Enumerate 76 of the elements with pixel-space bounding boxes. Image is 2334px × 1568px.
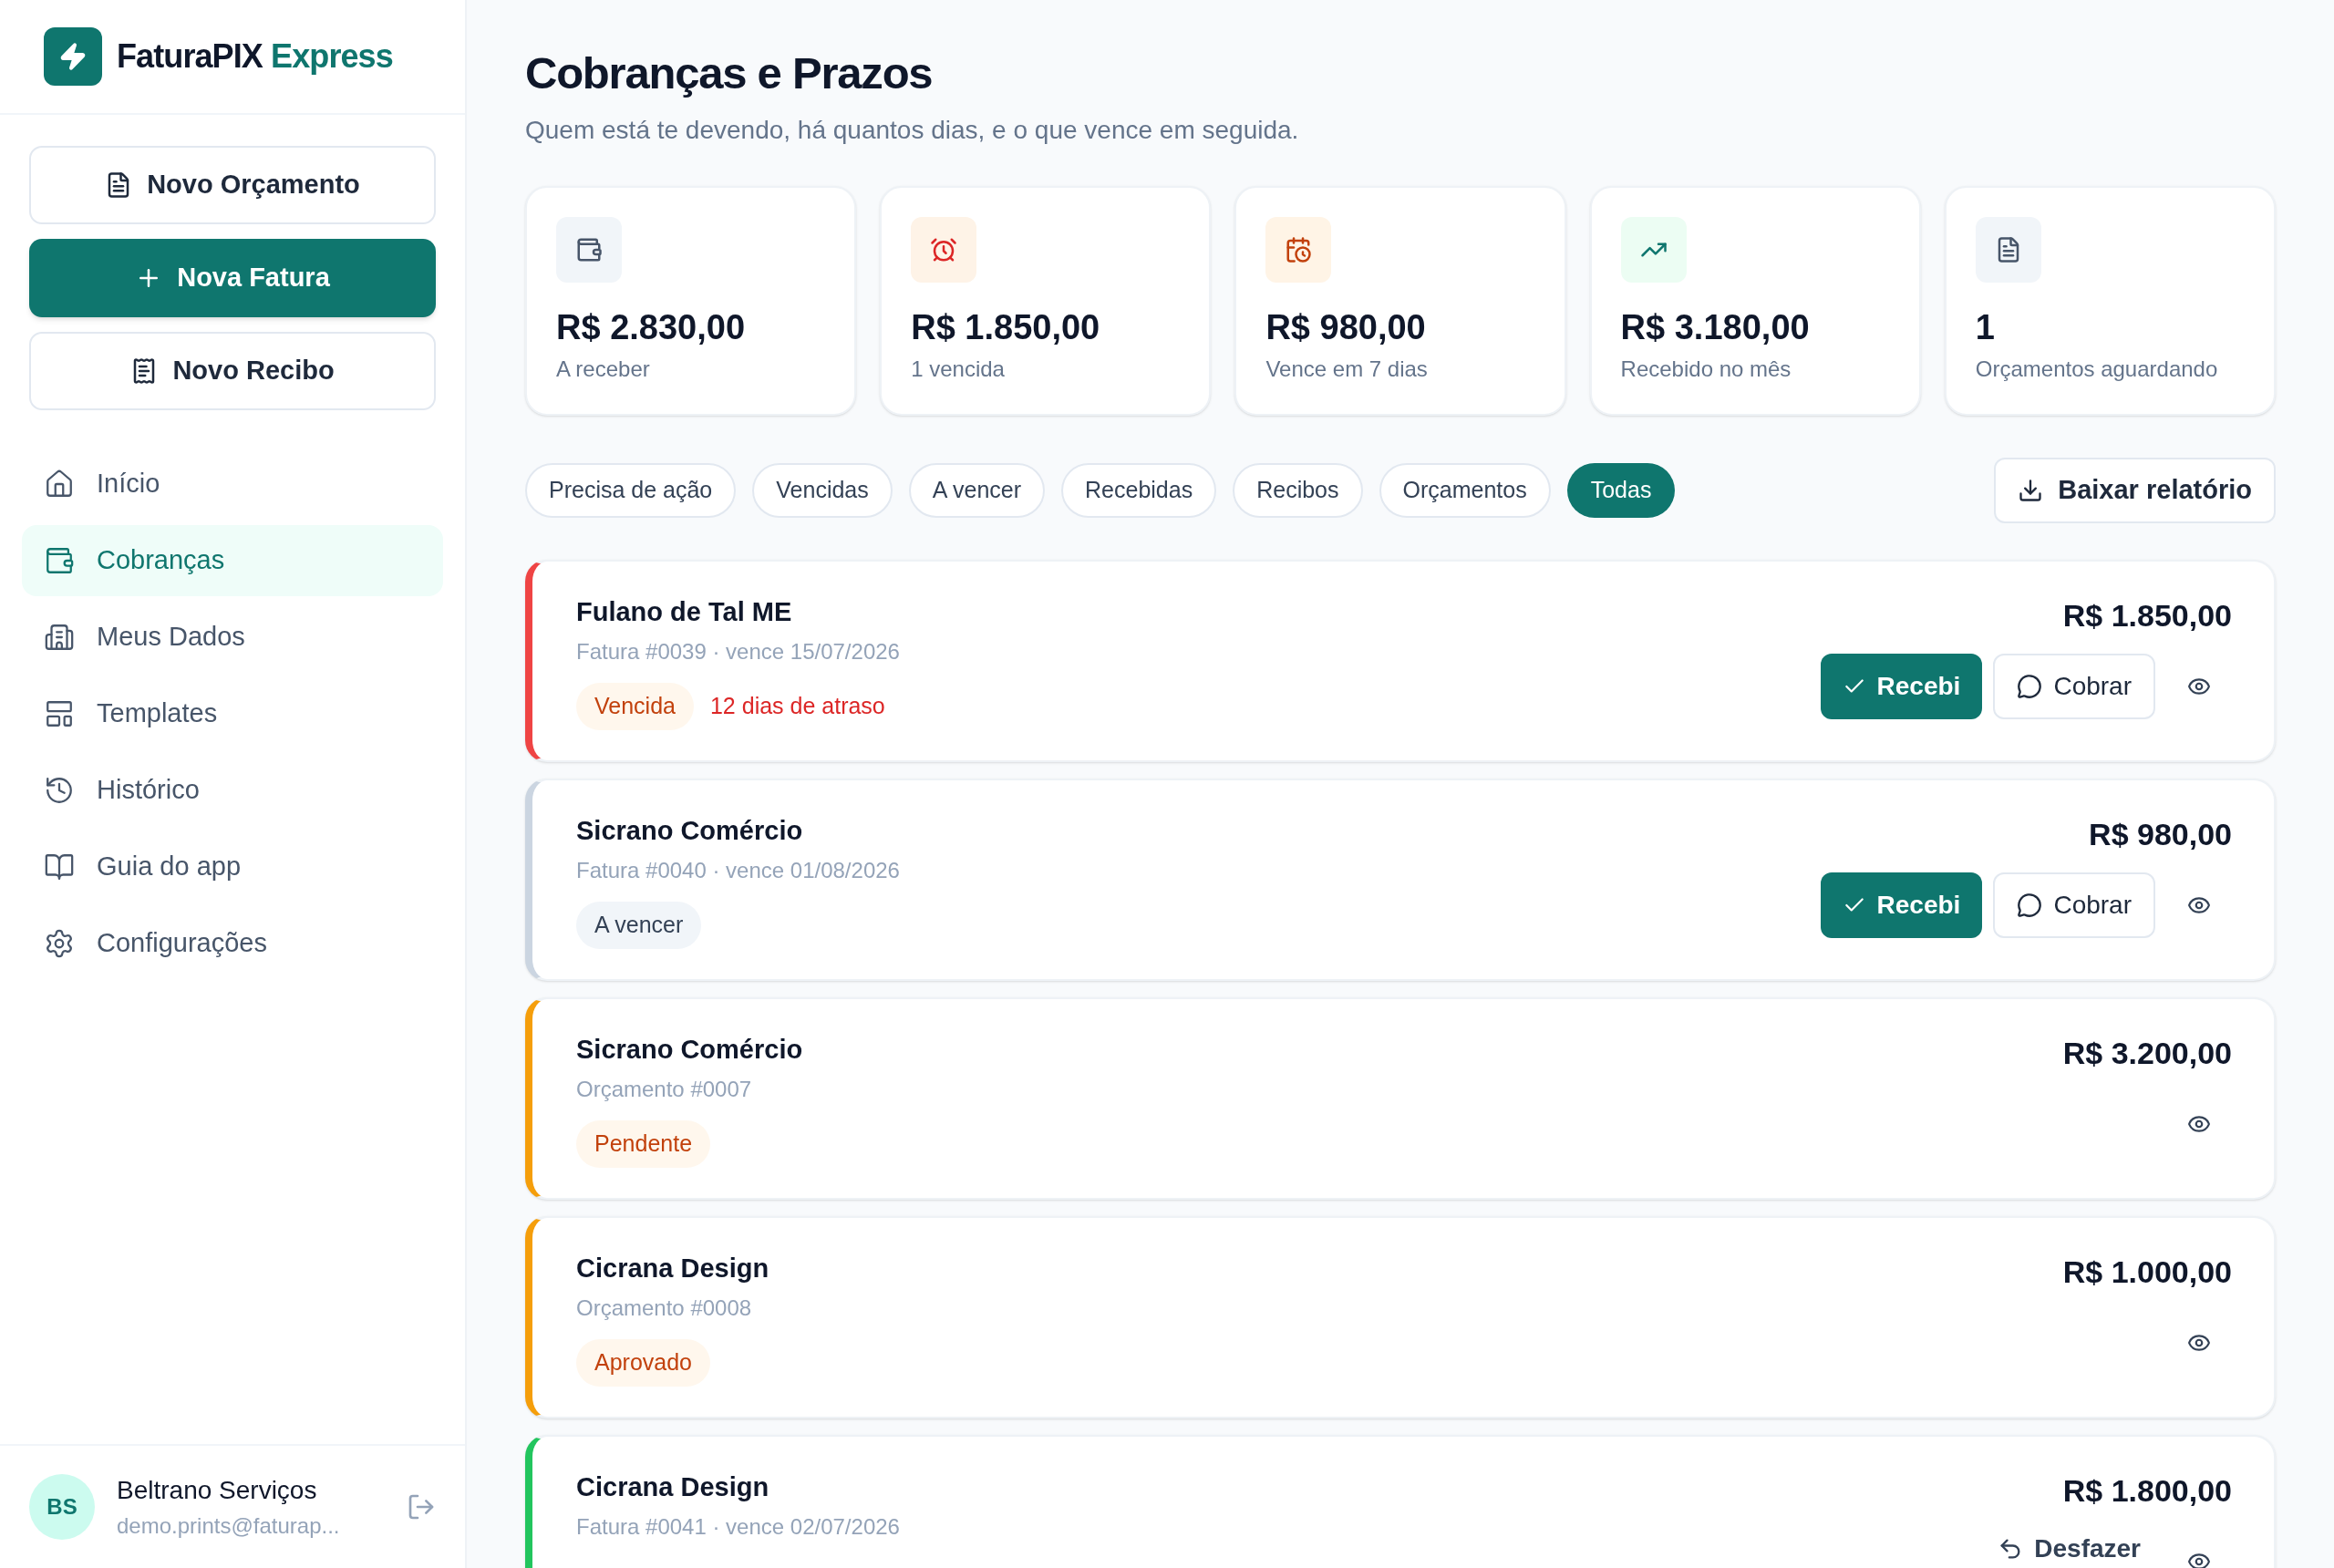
page-subtitle: Quem está te devendo, há quantos dias, e o que vence em seguida. [525, 114, 1300, 146]
amount: R$ 1.850,00 [2062, 596, 2232, 634]
nav-item[interactable]: Cobranças [22, 525, 443, 596]
logout-icon[interactable] [407, 1492, 436, 1522]
logo-icon [44, 27, 102, 86]
status-badge: Pendente [576, 1120, 711, 1168]
amount: R$ 980,00 [2089, 815, 2232, 853]
filter-chip[interactable]: Recebidas [1061, 462, 1217, 518]
download-report-button[interactable]: Baixar relatório [1994, 457, 2276, 523]
building-icon [44, 622, 75, 653]
charge-button[interactable]: Cobrar [1993, 872, 2155, 938]
stat-value: R$ 2.830,00 [556, 306, 747, 348]
document-reference: Fatura #0039 · vence 15/07/2026 [576, 638, 901, 665]
client-name: Cicrana Design [576, 1252, 770, 1284]
avatar: BS [29, 1474, 95, 1540]
nav-item[interactable]: Histórico [22, 755, 443, 826]
nav-item[interactable]: Início [22, 449, 443, 520]
status-badge: Vencida [576, 683, 694, 730]
nav-item[interactable]: Configurações [22, 908, 443, 979]
outline-button[interactable]: Novo Recibo [29, 332, 436, 410]
user-name: Beltrano Serviços [117, 1475, 318, 1506]
stat-label: 1 vencida [911, 356, 1006, 383]
document-reference: Fatura #0041 · vence 02/07/2026 [576, 1513, 901, 1541]
status-badge: Aprovado [576, 1339, 711, 1387]
chat-bubble-icon [2017, 673, 2043, 699]
document-reference: Orçamento #0008 [576, 1295, 753, 1322]
amount: R$ 1.000,00 [2062, 1253, 2232, 1291]
gear-icon [44, 928, 75, 959]
filter-chip[interactable]: Todas [1566, 462, 1676, 518]
client-name: Sicrano Comércio [576, 1033, 804, 1066]
received-button[interactable]: Recebi [1820, 872, 1983, 938]
filter-chip[interactable]: Recibos [1233, 462, 1363, 518]
alarm-clock-icon [911, 216, 977, 283]
page-title: Cobranças e Prazos [525, 47, 934, 99]
filter-chip[interactable]: Precisa de ação [525, 462, 737, 518]
filter-chip[interactable]: Orçamentos [1379, 462, 1551, 518]
document-reference: Orçamento #0007 [576, 1076, 753, 1103]
book-icon [44, 851, 75, 882]
filter-chip[interactable]: Vencidas [752, 462, 893, 518]
stat-value: R$ 980,00 [1265, 306, 1427, 348]
house-icon [44, 469, 75, 500]
charge-button[interactable]: Cobrar [1993, 653, 2155, 719]
trending-up-icon [1620, 216, 1687, 283]
filter-chip[interactable]: A vencer [908, 462, 1046, 518]
amount: R$ 1.800,00 [2062, 1471, 2232, 1510]
primary-button[interactable]: Nova Fatura [29, 239, 436, 317]
download-icon [2018, 477, 2044, 503]
outline-button[interactable]: Novo Orçamento [29, 146, 436, 224]
wallet-icon [44, 545, 75, 576]
stat-label: Vence em 7 dias [1265, 356, 1429, 383]
nav-item[interactable]: Meus Dados [22, 602, 443, 673]
calendar-clock-icon [1265, 216, 1332, 283]
stat-value: R$ 1.850,00 [911, 306, 1101, 348]
nav-item[interactable]: Guia do app [22, 831, 443, 903]
user-email: demo.prints@faturap... [117, 1512, 341, 1540]
amount: R$ 3.200,00 [2062, 1034, 2232, 1072]
stat-value: 1 [1975, 306, 1996, 348]
undo-button[interactable]: Desfazer [1983, 1528, 2155, 1568]
nav-item[interactable]: Templates [22, 678, 443, 749]
stat-label: Recebido no mês [1620, 356, 1792, 383]
stat-label: A receber [556, 356, 651, 383]
chat-bubble-icon [2017, 892, 2043, 918]
brand-name: FaturaPIX Express [117, 36, 393, 77]
stat-label: Orçamentos aguardando [1975, 356, 2219, 383]
stat-value: R$ 3.180,00 [1620, 306, 1811, 348]
history-icon [44, 775, 75, 806]
status-badge: A vencer [576, 902, 702, 949]
client-name: Cicrana Design [576, 1470, 770, 1503]
wallet-icon [556, 216, 622, 283]
document-reference: Fatura #0040 · vence 01/08/2026 [576, 857, 901, 884]
overdue-note: 12 dias de atraso [709, 692, 885, 721]
received-button[interactable]: Recebi [1820, 653, 1983, 719]
client-name: Sicrano Comércio [576, 814, 804, 847]
layout-icon [44, 698, 75, 729]
client-name: Fulano de Tal ME [576, 595, 793, 628]
document-icon [1975, 216, 2041, 283]
